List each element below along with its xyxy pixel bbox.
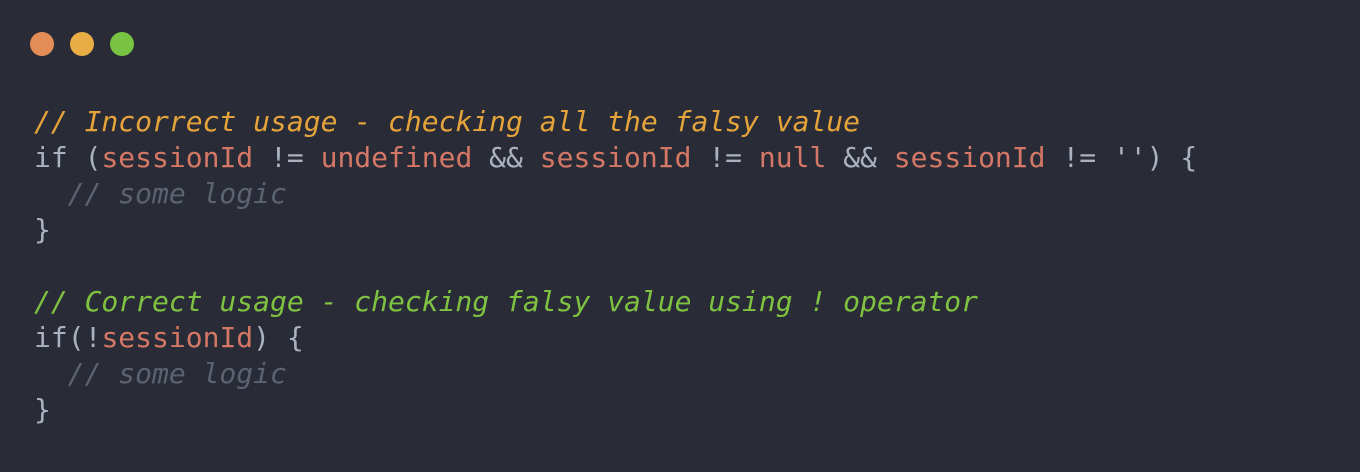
code-token-null: null: [758, 141, 827, 174]
code-token-ident: sessionId: [539, 141, 692, 174]
code-token-op: !=: [253, 141, 321, 174]
code-token-op: !: [84, 321, 102, 354]
code-token-ident: sessionId: [893, 141, 1046, 174]
zoom-window-button[interactable]: [110, 32, 134, 56]
code-token-undef: undefined: [320, 141, 473, 174]
code-line: // Correct usage - checking falsy value …: [34, 284, 1197, 320]
code-line: // some logic: [34, 176, 1197, 212]
code-token-punct: ) {: [1146, 141, 1198, 174]
minimize-window-button[interactable]: [70, 32, 94, 56]
code-token-str: '': [1112, 141, 1147, 174]
close-window-button[interactable]: [30, 32, 54, 56]
code-token-punct: (: [67, 321, 85, 354]
code-token-op: &&: [826, 141, 894, 174]
code-token-keyword: if: [34, 321, 68, 354]
code-token-op: !=: [691, 141, 759, 174]
window-controls: [30, 32, 134, 56]
code-token-ident: sessionId: [101, 141, 254, 174]
code-token-punct: (: [84, 141, 102, 174]
code-line: }: [34, 212, 1197, 248]
code-token-comment-green: // Correct usage - checking falsy value …: [34, 285, 979, 318]
code-token-comment: // some logic: [34, 357, 287, 390]
code-token-ident: sessionId: [101, 321, 254, 354]
code-token-comment-yellow: // Incorrect usage - checking all the fa…: [34, 105, 861, 138]
code-block: // Incorrect usage - checking all the fa…: [34, 104, 1197, 428]
code-token-keyword: if: [34, 141, 85, 174]
code-line: // some logic: [34, 356, 1197, 392]
code-line: }: [34, 392, 1197, 428]
code-snippet-window: // Incorrect usage - checking all the fa…: [0, 0, 1360, 472]
code-token-punct: ) {: [253, 321, 304, 354]
code-token-comment: // some logic: [34, 177, 287, 210]
code-token-op: !=: [1045, 141, 1113, 174]
code-line: if (sessionId != undefined && sessionId …: [34, 140, 1197, 176]
code-token-punct: }: [34, 213, 51, 246]
code-token-punct: }: [34, 393, 51, 426]
code-line: if(!sessionId) {: [34, 320, 1197, 356]
code-token-op: &&: [472, 141, 540, 174]
code-line: // Incorrect usage - checking all the fa…: [34, 104, 1197, 140]
